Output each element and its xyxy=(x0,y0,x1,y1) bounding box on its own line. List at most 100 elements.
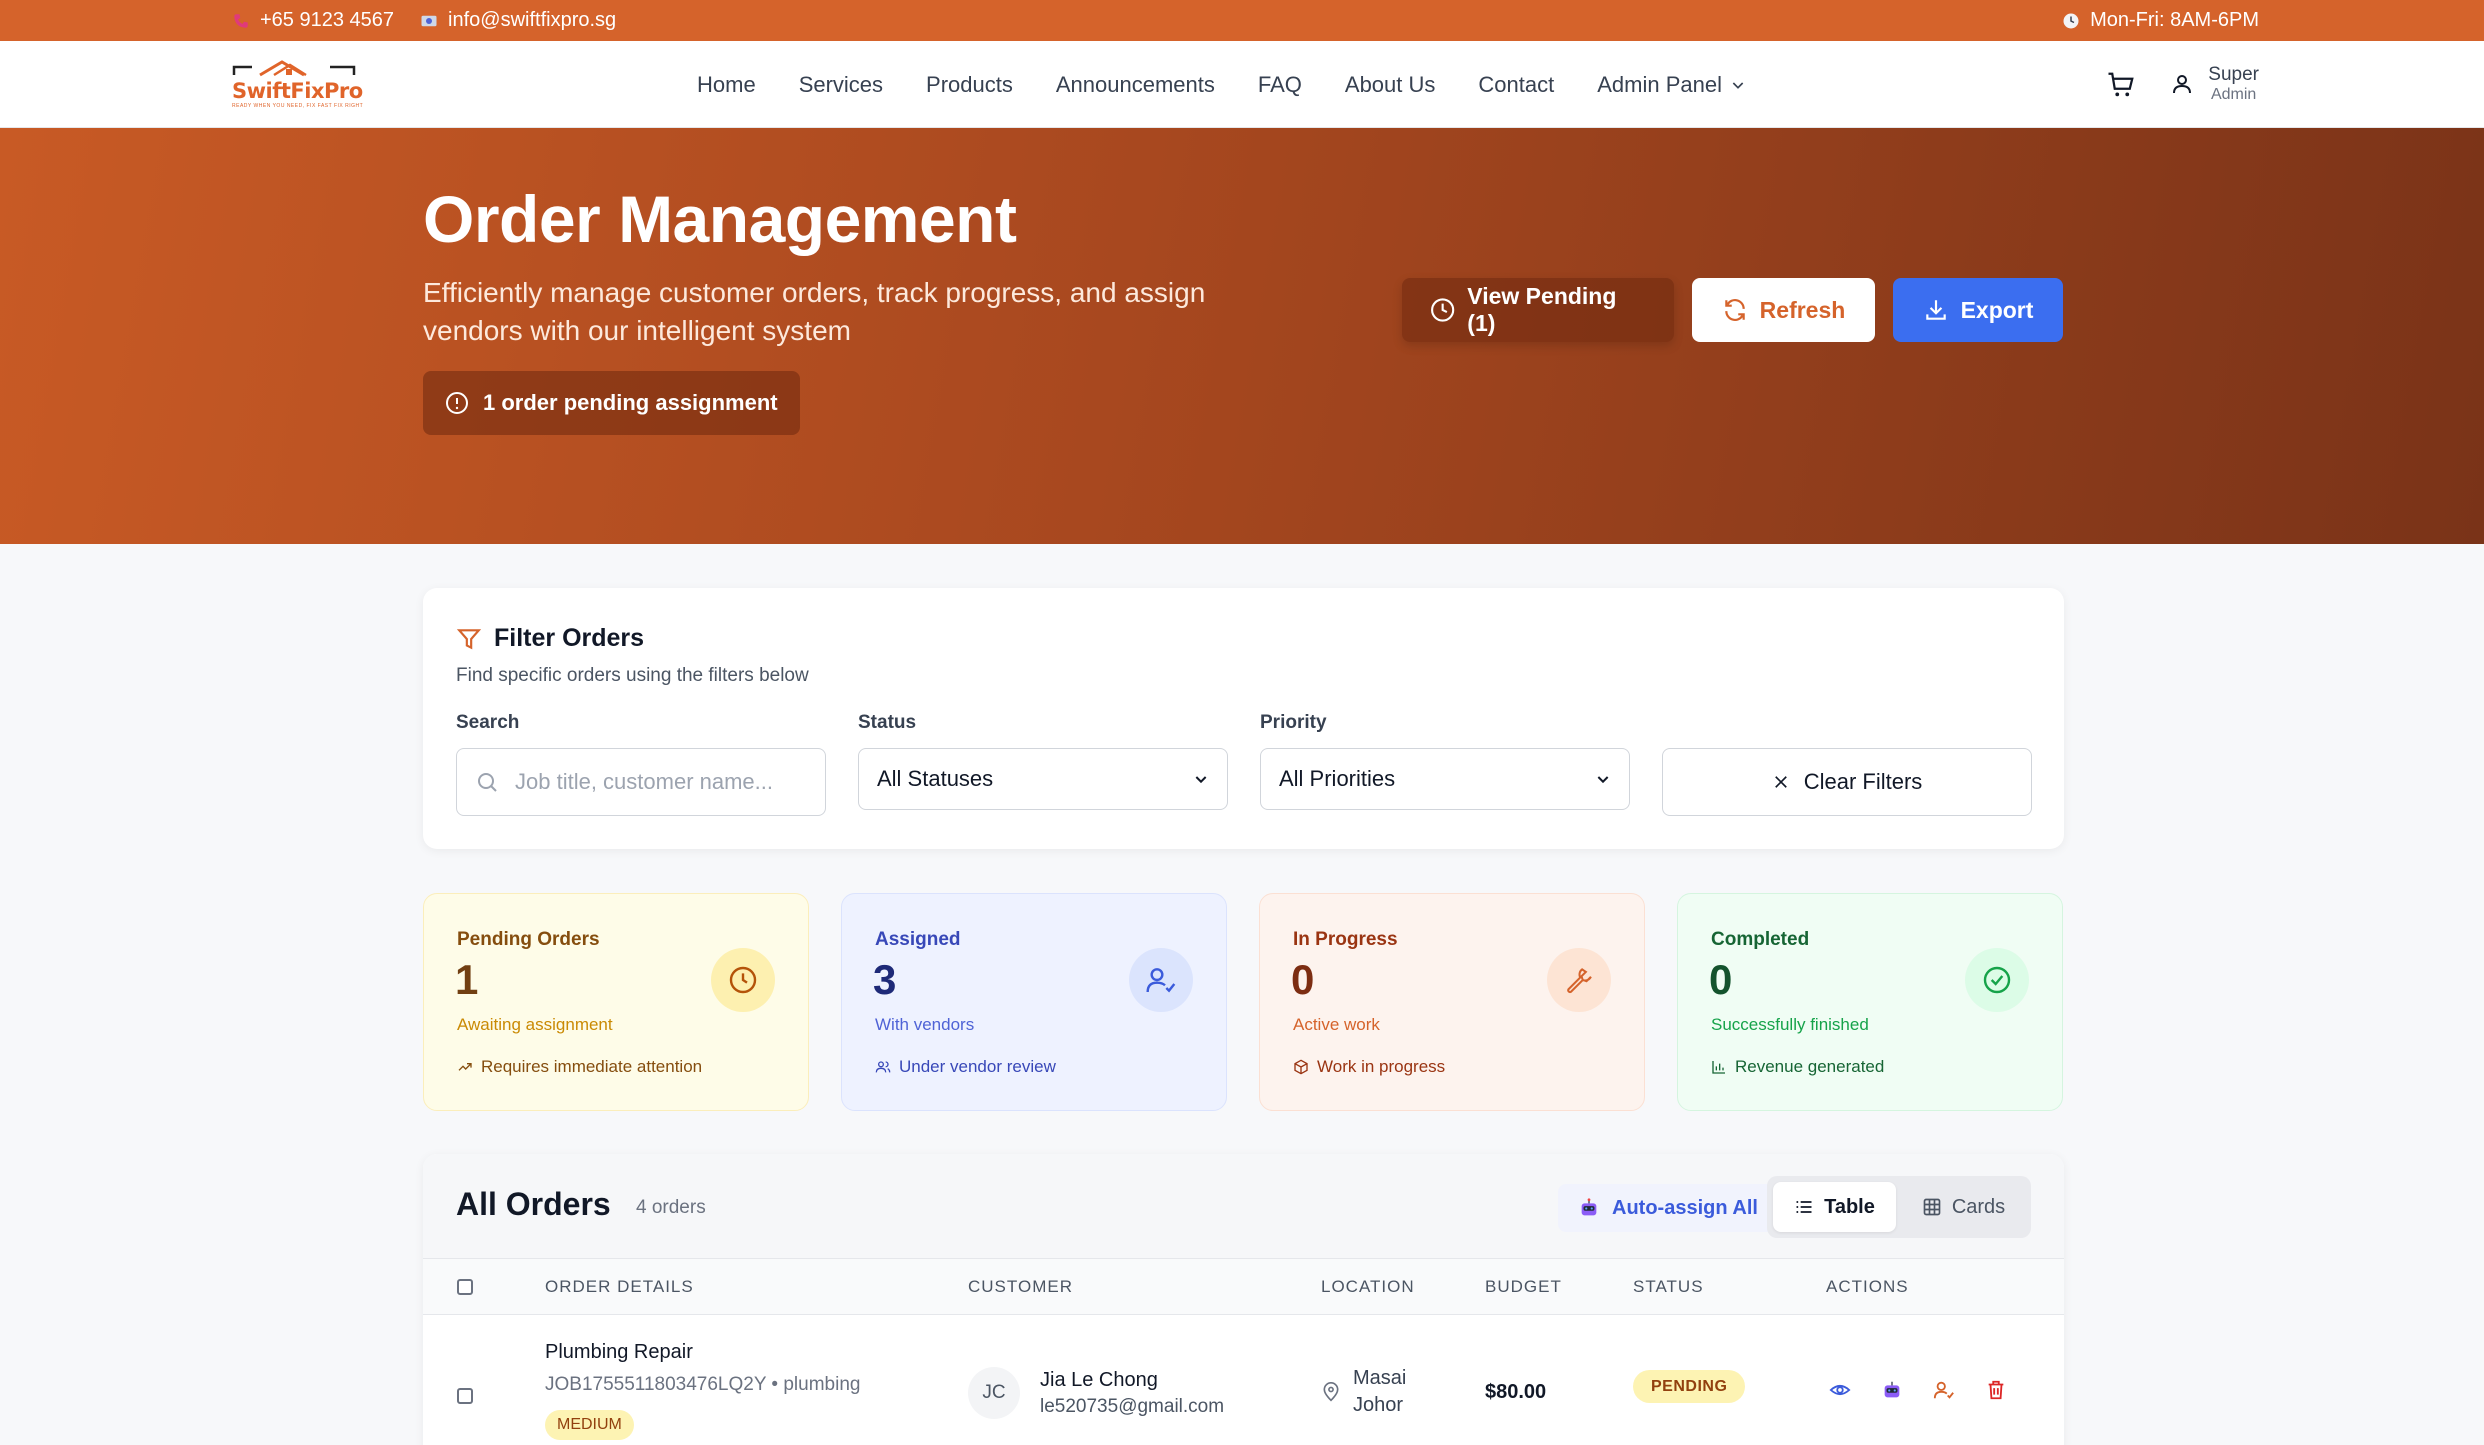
top-info-bar: +65 9123 4567 info@swiftfixpro.sg Mon-Fr… xyxy=(0,0,2484,41)
user-menu[interactable]: Super Admin xyxy=(2170,64,2259,104)
stat-card-in-progress: In Progress 0 Active work Work in progre… xyxy=(1259,893,1645,1111)
auto-assign-all-button[interactable]: Auto-assign All xyxy=(1558,1184,1778,1232)
trash-icon[interactable] xyxy=(1985,1379,2007,1401)
map-pin-icon xyxy=(1323,1382,1339,1402)
nav-contact-label: Contact xyxy=(1478,71,1555,97)
refresh-button[interactable]: Refresh xyxy=(1692,278,1875,342)
orders-title: All Orders xyxy=(456,1186,611,1222)
user-icon xyxy=(2173,75,2192,94)
clock-icon xyxy=(729,966,757,994)
clear-group: Clear Filters xyxy=(1662,712,2032,816)
mail-icon xyxy=(421,15,437,26)
avatar: JC xyxy=(968,1367,1020,1419)
view-pending-button[interactable]: View Pending (1) xyxy=(1402,278,1674,342)
col-customer: CUSTOMER xyxy=(968,1277,1073,1296)
nav-products-label: Products xyxy=(926,71,1013,97)
export-button[interactable]: Export xyxy=(1893,278,2063,342)
trending-up-icon xyxy=(458,1063,472,1071)
row-checkbox[interactable] xyxy=(457,1388,473,1404)
brand-name: SwiftFixPro xyxy=(232,79,363,103)
filter-title: Filter Orders xyxy=(456,624,644,653)
customer-cell: JC Jia Le Chong le520735@gmail.com xyxy=(968,1367,1224,1419)
nav-announcements[interactable]: Announcements xyxy=(1056,72,1215,98)
user-check-icon xyxy=(1146,968,1176,993)
download-icon xyxy=(1925,300,1946,320)
user-role: Admin xyxy=(2210,86,2257,104)
nav-admin-panel[interactable]: Admin Panel xyxy=(1597,72,1746,98)
priority-label: Priority xyxy=(1260,712,1327,733)
view-table-button[interactable]: Table xyxy=(1773,1182,1896,1232)
contact-email[interactable]: info@swiftfixpro.sg xyxy=(420,9,616,32)
close-icon xyxy=(1774,776,1787,788)
page-title: Order Management xyxy=(423,182,1017,256)
page-subtitle: Efficiently manage customer orders, trac… xyxy=(423,277,1206,346)
status-select-value: All Statuses xyxy=(877,766,994,791)
nav-links: Home Services Products Announcements FAQ… xyxy=(697,41,1746,128)
wrench-icon xyxy=(1567,968,1592,994)
brand-logo[interactable]: SwiftFixPro READY WHEN YOU NEED, FIX FAS… xyxy=(230,59,364,109)
stat-card-pending: Pending Orders 1 Awaiting assignment Req… xyxy=(423,893,809,1111)
nav-contact[interactable]: Contact xyxy=(1478,72,1554,98)
phone-text: +65 9123 4567 xyxy=(260,9,395,31)
stat-icon-wrap xyxy=(1965,948,2029,1012)
nav-admin-panel-label: Admin Panel xyxy=(1597,71,1722,97)
alert-circle-icon xyxy=(446,392,468,414)
clear-filters-label: Clear Filters xyxy=(1803,769,1923,794)
nav-services-label: Services xyxy=(798,71,884,97)
orders-table-card: All Orders 4 orders Auto-assign All Tabl… xyxy=(423,1154,2064,1445)
table-row[interactable]: Plumbing Repair JOB1755511803476LQ2Y • p… xyxy=(423,1315,2064,1445)
robot-icon[interactable] xyxy=(1881,1379,1903,1401)
orders-header: All Orders 4 orders Auto-assign All Tabl… xyxy=(423,1154,2064,1259)
main-navbar: SwiftFixPro READY WHEN YOU NEED, FIX FAS… xyxy=(0,41,2484,128)
select-all-checkbox[interactable] xyxy=(457,1279,473,1295)
refresh-icon xyxy=(1724,299,1745,321)
order-details-cell: Plumbing Repair JOB1755511803476LQ2Y • p… xyxy=(545,1341,860,1440)
stat-card-assigned: Assigned 3 With vendors Under vendor rev… xyxy=(841,893,1227,1111)
view-cards-label: Cards xyxy=(1951,1195,2006,1218)
status-cell: PENDING xyxy=(1633,1370,1746,1403)
col-location: LOCATION xyxy=(1321,1277,1415,1296)
nav-faq[interactable]: FAQ xyxy=(1258,72,1302,98)
eye-icon[interactable] xyxy=(1829,1379,1851,1401)
priority-group: Priority All Priorities xyxy=(1260,712,1630,810)
customer-email: le520735@gmail.com xyxy=(1040,1395,1225,1417)
nav-home[interactable]: Home xyxy=(697,72,756,98)
business-hours: Mon-Fri: 8AM-6PM xyxy=(2062,0,2259,41)
pending-notice-text: 1 order pending assignment xyxy=(483,390,778,415)
chevron-down-icon xyxy=(1597,776,1609,784)
list-icon xyxy=(1796,1201,1812,1213)
view-cards-button[interactable]: Cards xyxy=(1902,1182,2025,1232)
priority-select[interactable]: All Priorities xyxy=(1260,748,1630,810)
stat-foot: Requires immediate attention xyxy=(457,1057,702,1077)
actions-cell xyxy=(1829,1379,2007,1401)
nav-products[interactable]: Products xyxy=(926,72,1013,98)
location-cell: Masai Johor xyxy=(1321,1365,1406,1419)
priority-select-value: All Priorities xyxy=(1279,766,1396,791)
nav-about[interactable]: About Us xyxy=(1345,72,1436,98)
stat-foot-text: Under vendor review xyxy=(899,1057,1056,1076)
package-icon xyxy=(1294,1059,1308,1075)
stat-sub: Active work xyxy=(1293,1015,1380,1034)
nav-services[interactable]: Services xyxy=(799,72,883,98)
customer-name: Jia Le Chong xyxy=(1040,1368,1158,1391)
cart-icon[interactable] xyxy=(2106,70,2136,100)
assign-vendor-icon[interactable] xyxy=(1933,1379,1955,1401)
stat-foot-text: Requires immediate attention xyxy=(481,1057,703,1076)
clock-icon xyxy=(1431,298,1455,322)
brand-tagline: READY WHEN YOU NEED, FIX FAST FIX RIGHT xyxy=(232,103,364,109)
stat-value: 0 xyxy=(1291,956,1315,1003)
stat-label: In Progress xyxy=(1293,929,1398,950)
phone-icon xyxy=(234,13,248,28)
contact-phone[interactable]: +65 9123 4567 xyxy=(232,9,394,32)
stat-icon-wrap xyxy=(1129,948,1193,1012)
email-text: info@swiftfixpro.sg xyxy=(448,9,617,31)
clear-spacer xyxy=(1662,712,2032,734)
search-input[interactable]: Job title, customer name... xyxy=(456,748,826,816)
pending-assignment-notice: 1 order pending assignment xyxy=(423,371,800,435)
check-circle-icon xyxy=(1983,966,2011,994)
clear-filters-button[interactable]: Clear Filters xyxy=(1662,748,2032,816)
status-select[interactable]: All Statuses xyxy=(858,748,1228,810)
nav-announcements-label: Announcements xyxy=(1055,71,1215,97)
orders-count: 4 orders xyxy=(636,1197,706,1218)
priority-badge: MEDIUM xyxy=(545,1410,634,1440)
